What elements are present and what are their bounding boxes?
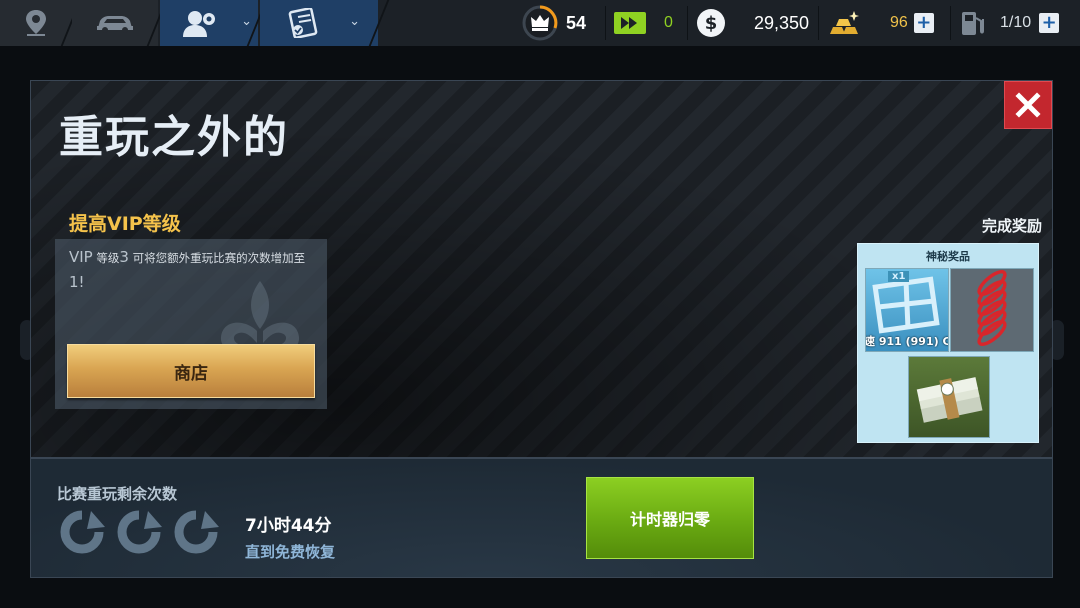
nav-profile-button[interactable]: ⌄: [160, 0, 258, 46]
reward-car-caption: 速 911 (991) Ca: [865, 335, 948, 348]
tickets-value: 0: [664, 14, 673, 31]
map-pin-icon: [26, 10, 46, 36]
top-bar: ⌄ ⌄ 54 0 $ 29,350 96 + 1/10 +: [0, 0, 1080, 46]
cash-value: 29,350: [754, 12, 810, 33]
reward-car-tile: x1 速 911 (991) Ca: [865, 268, 949, 352]
crown-level-icon: [522, 5, 558, 41]
replay-icon: [174, 510, 219, 554]
vip-description: VIP 等级3 可将您额外重玩比赛的次数增加至 1!: [69, 245, 319, 295]
fuel-pump-icon: [962, 12, 984, 35]
car-icon: [97, 16, 133, 33]
fuel-gauge[interactable]: 1/10 +: [960, 0, 1060, 46]
reward-part-tile: [950, 268, 1034, 352]
cash-stack-icon: [916, 377, 983, 423]
reset-timer-button[interactable]: 计时器归零: [586, 477, 754, 559]
reward-heading: 完成奖励: [981, 217, 1042, 235]
vip-text-level-word: 等级: [96, 251, 120, 265]
checklist-icon: [288, 8, 318, 38]
vip-card: VIP 等级3 可将您额外重玩比赛的次数增加至 1! 商店: [55, 239, 327, 409]
add-gold-button[interactable]: +: [913, 13, 934, 33]
replays-remaining-label: 比赛重玩剩余次数: [57, 485, 178, 503]
panel-title: 重玩之外的: [59, 112, 289, 163]
replay-status-bar: 比赛重玩剩余次数 7小时44分 直到免费恢复 计时器归零: [30, 458, 1053, 578]
vip-text-amount: 1!: [69, 273, 85, 291]
nav-map-button[interactable]: [0, 0, 72, 46]
refill-timer-caption: 直到免费恢复: [245, 543, 336, 561]
nav-events-button[interactable]: ⌄: [260, 0, 378, 46]
gold-value: 96: [890, 14, 908, 31]
reward-count-badge: x1: [888, 271, 910, 282]
replay-icon: [117, 510, 162, 554]
gold-bars-icon: [830, 11, 859, 34]
gold-balance[interactable]: 96 +: [828, 0, 934, 46]
cash-balance[interactable]: $ 29,350: [696, 0, 809, 46]
add-fuel-button[interactable]: +: [1039, 13, 1060, 33]
chevron-down-icon: ⌄: [349, 14, 360, 29]
vip-heading: 提高VIP等级: [69, 213, 181, 235]
close-icon: [1015, 92, 1041, 118]
replay-icon: [60, 510, 105, 554]
level-value: 54: [566, 12, 587, 33]
replay-panel: 重玩之外的 提高VIP等级 VIP 等级3 可将您额外重玩比赛的次数增加至 1!…: [30, 80, 1053, 458]
coil-spring-icon: [977, 269, 1007, 347]
replay-tokens: [57, 509, 221, 555]
vip-text-level: 3: [119, 248, 129, 266]
fast-forward-ticket-icon: [614, 12, 646, 34]
svg-text:$: $: [705, 13, 718, 34]
mystery-reward-title: 神秘奖品: [926, 250, 970, 263]
user-settings-icon: [183, 11, 215, 37]
player-level[interactable]: 54: [522, 0, 586, 46]
refill-timer: 7小时44分: [245, 516, 332, 536]
chevron-down-icon: ⌄: [241, 14, 252, 29]
close-button[interactable]: [1004, 81, 1052, 129]
reward-cash-tile: [908, 356, 990, 438]
dollar-coin-icon: $: [697, 9, 725, 37]
fuel-value: 1/10: [1000, 14, 1032, 31]
mystery-reward-card[interactable]: 神秘奖品 x1 速 911 (991) Ca: [857, 243, 1039, 443]
race-tickets[interactable]: 0: [614, 0, 673, 46]
vip-text-body: 可将您额外重玩比赛的次数增加至: [132, 251, 306, 265]
vip-text-prefix: VIP: [69, 248, 93, 266]
nav-garage-button[interactable]: [72, 0, 158, 46]
shop-button[interactable]: 商店: [67, 344, 315, 398]
